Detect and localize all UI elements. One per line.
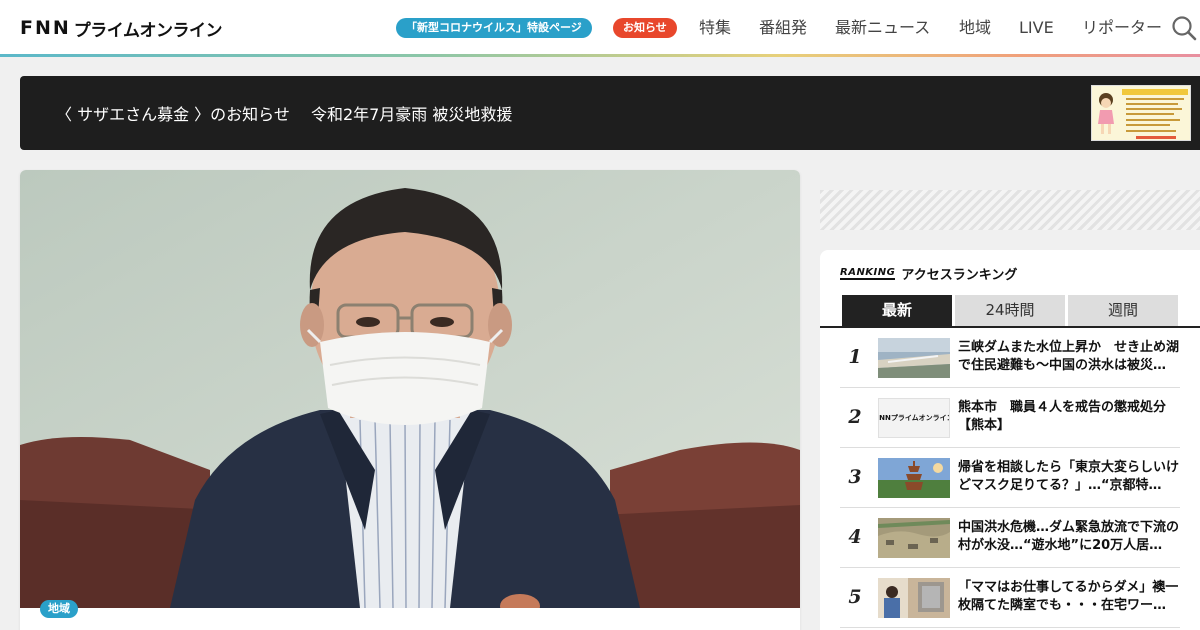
ranking-item[interactable]: 3 帰省を相談したら「東京大変らしいけどマスク足りてる？」…“京都特… bbox=[840, 448, 1180, 508]
tab-weekly[interactable]: 週間 bbox=[1068, 295, 1178, 326]
logo-fnn: FNN bbox=[20, 17, 71, 39]
search-icon[interactable] bbox=[1171, 15, 1197, 41]
rank-thumbnail bbox=[878, 338, 950, 378]
article-photo bbox=[20, 170, 800, 608]
header-gradient-line bbox=[0, 54, 1200, 57]
ranking-logo: RANKING bbox=[840, 267, 896, 280]
nav-item-latest-news[interactable]: 最新ニュース bbox=[835, 17, 930, 39]
ranking-header: RANKING アクセスランキング bbox=[840, 264, 1017, 283]
thumbnail-logo-text: FNNプライムオンライン bbox=[878, 414, 950, 422]
logo-text: プライムオンライン bbox=[73, 20, 223, 41]
ranking-item[interactable]: 2 FNNプライムオンライン 熊本市 職員４人を戒告の懲戒処分【熊本】 bbox=[840, 388, 1180, 448]
rank-thumbnail bbox=[878, 458, 950, 498]
ad-placeholder bbox=[820, 190, 1200, 230]
rank-title: 中国洪水危機…ダム緊急放流で下流の村が水没…“遊水地”に20万人居… bbox=[958, 520, 1180, 553]
ranking-tabs: 最新 24時間 週間 bbox=[842, 295, 1181, 326]
ranking-title: アクセスランキング bbox=[901, 268, 1018, 283]
rank-title: 熊本市 職員４人を戒告の懲戒処分【熊本】 bbox=[958, 400, 1167, 433]
rank-number: 3 bbox=[848, 466, 862, 488]
rank-thumbnail: FNNプライムオンライン bbox=[878, 398, 950, 438]
rank-number: 1 bbox=[848, 346, 862, 368]
rank-thumbnail bbox=[878, 578, 950, 618]
nav-item-programs[interactable]: 番組発 bbox=[759, 17, 807, 39]
nav-item-live[interactable]: LIVE bbox=[1019, 17, 1054, 39]
nav-item-features[interactable]: 特集 bbox=[699, 17, 731, 39]
ranking-item[interactable]: 4 中国洪水危機…ダム緊急放流で下流の村が水没…“遊水地”に20万人居… bbox=[840, 508, 1180, 568]
site-header: FNN プライムオンライン 「新型コロナウイルス」特設ページ お知らせ 特集 番… bbox=[0, 0, 1200, 54]
site-logo[interactable]: FNN プライムオンライン bbox=[20, 16, 223, 41]
tab-24h[interactable]: 24時間 bbox=[955, 295, 1065, 326]
covid-special-page-link[interactable]: 「新型コロナウイルス」特設ページ bbox=[396, 18, 592, 38]
rank-title: 帰省を相談したら「東京大変らしいけどマスク足りてる？」…“京都特… bbox=[958, 460, 1180, 493]
rank-thumbnail bbox=[878, 518, 950, 558]
region-badge[interactable]: 地域 bbox=[40, 600, 78, 618]
ranking-panel: RANKING アクセスランキング 最新 24時間 週間 1 三峡ダムまた水位上… bbox=[820, 250, 1200, 630]
rank-title: 「ママはお仕事してるからダメ」襖一枚隔てた隣室でも・・・在宅ワー… bbox=[958, 580, 1179, 613]
rank-number: 2 bbox=[848, 406, 862, 428]
ranking-item[interactable]: 5 「ママはお仕事してるからダメ」襖一枚隔てた隣室でも・・・在宅ワー… bbox=[840, 568, 1180, 628]
sazae-donation-banner[interactable]: 〈 サザエさん募金 〉のお知らせ 令和2年7月豪雨 被災地救援 bbox=[20, 76, 1200, 150]
tab-latest[interactable]: 最新 bbox=[842, 295, 952, 326]
banner-image bbox=[1091, 85, 1191, 141]
ranking-item[interactable]: 1 三峡ダムまた水位上昇か せき止め湖で住民避難も～中国の洪水は被災… bbox=[840, 328, 1180, 388]
banner-text: 〈 サザエさん募金 〉のお知らせ 令和2年7月豪雨 被災地救援 bbox=[56, 105, 513, 124]
rank-title: 三峡ダムまた水位上昇か せき止め湖で住民避難も～中国の洪水は被災… bbox=[958, 340, 1180, 373]
rank-number: 4 bbox=[848, 526, 862, 548]
nav-item-reporter[interactable]: リポーター bbox=[1082, 17, 1162, 39]
main-article-card[interactable]: 地域 bbox=[20, 170, 800, 630]
rank-number: 5 bbox=[848, 586, 862, 608]
nav-item-region[interactable]: 地域 bbox=[959, 17, 991, 39]
notice-link[interactable]: お知らせ bbox=[613, 18, 677, 38]
